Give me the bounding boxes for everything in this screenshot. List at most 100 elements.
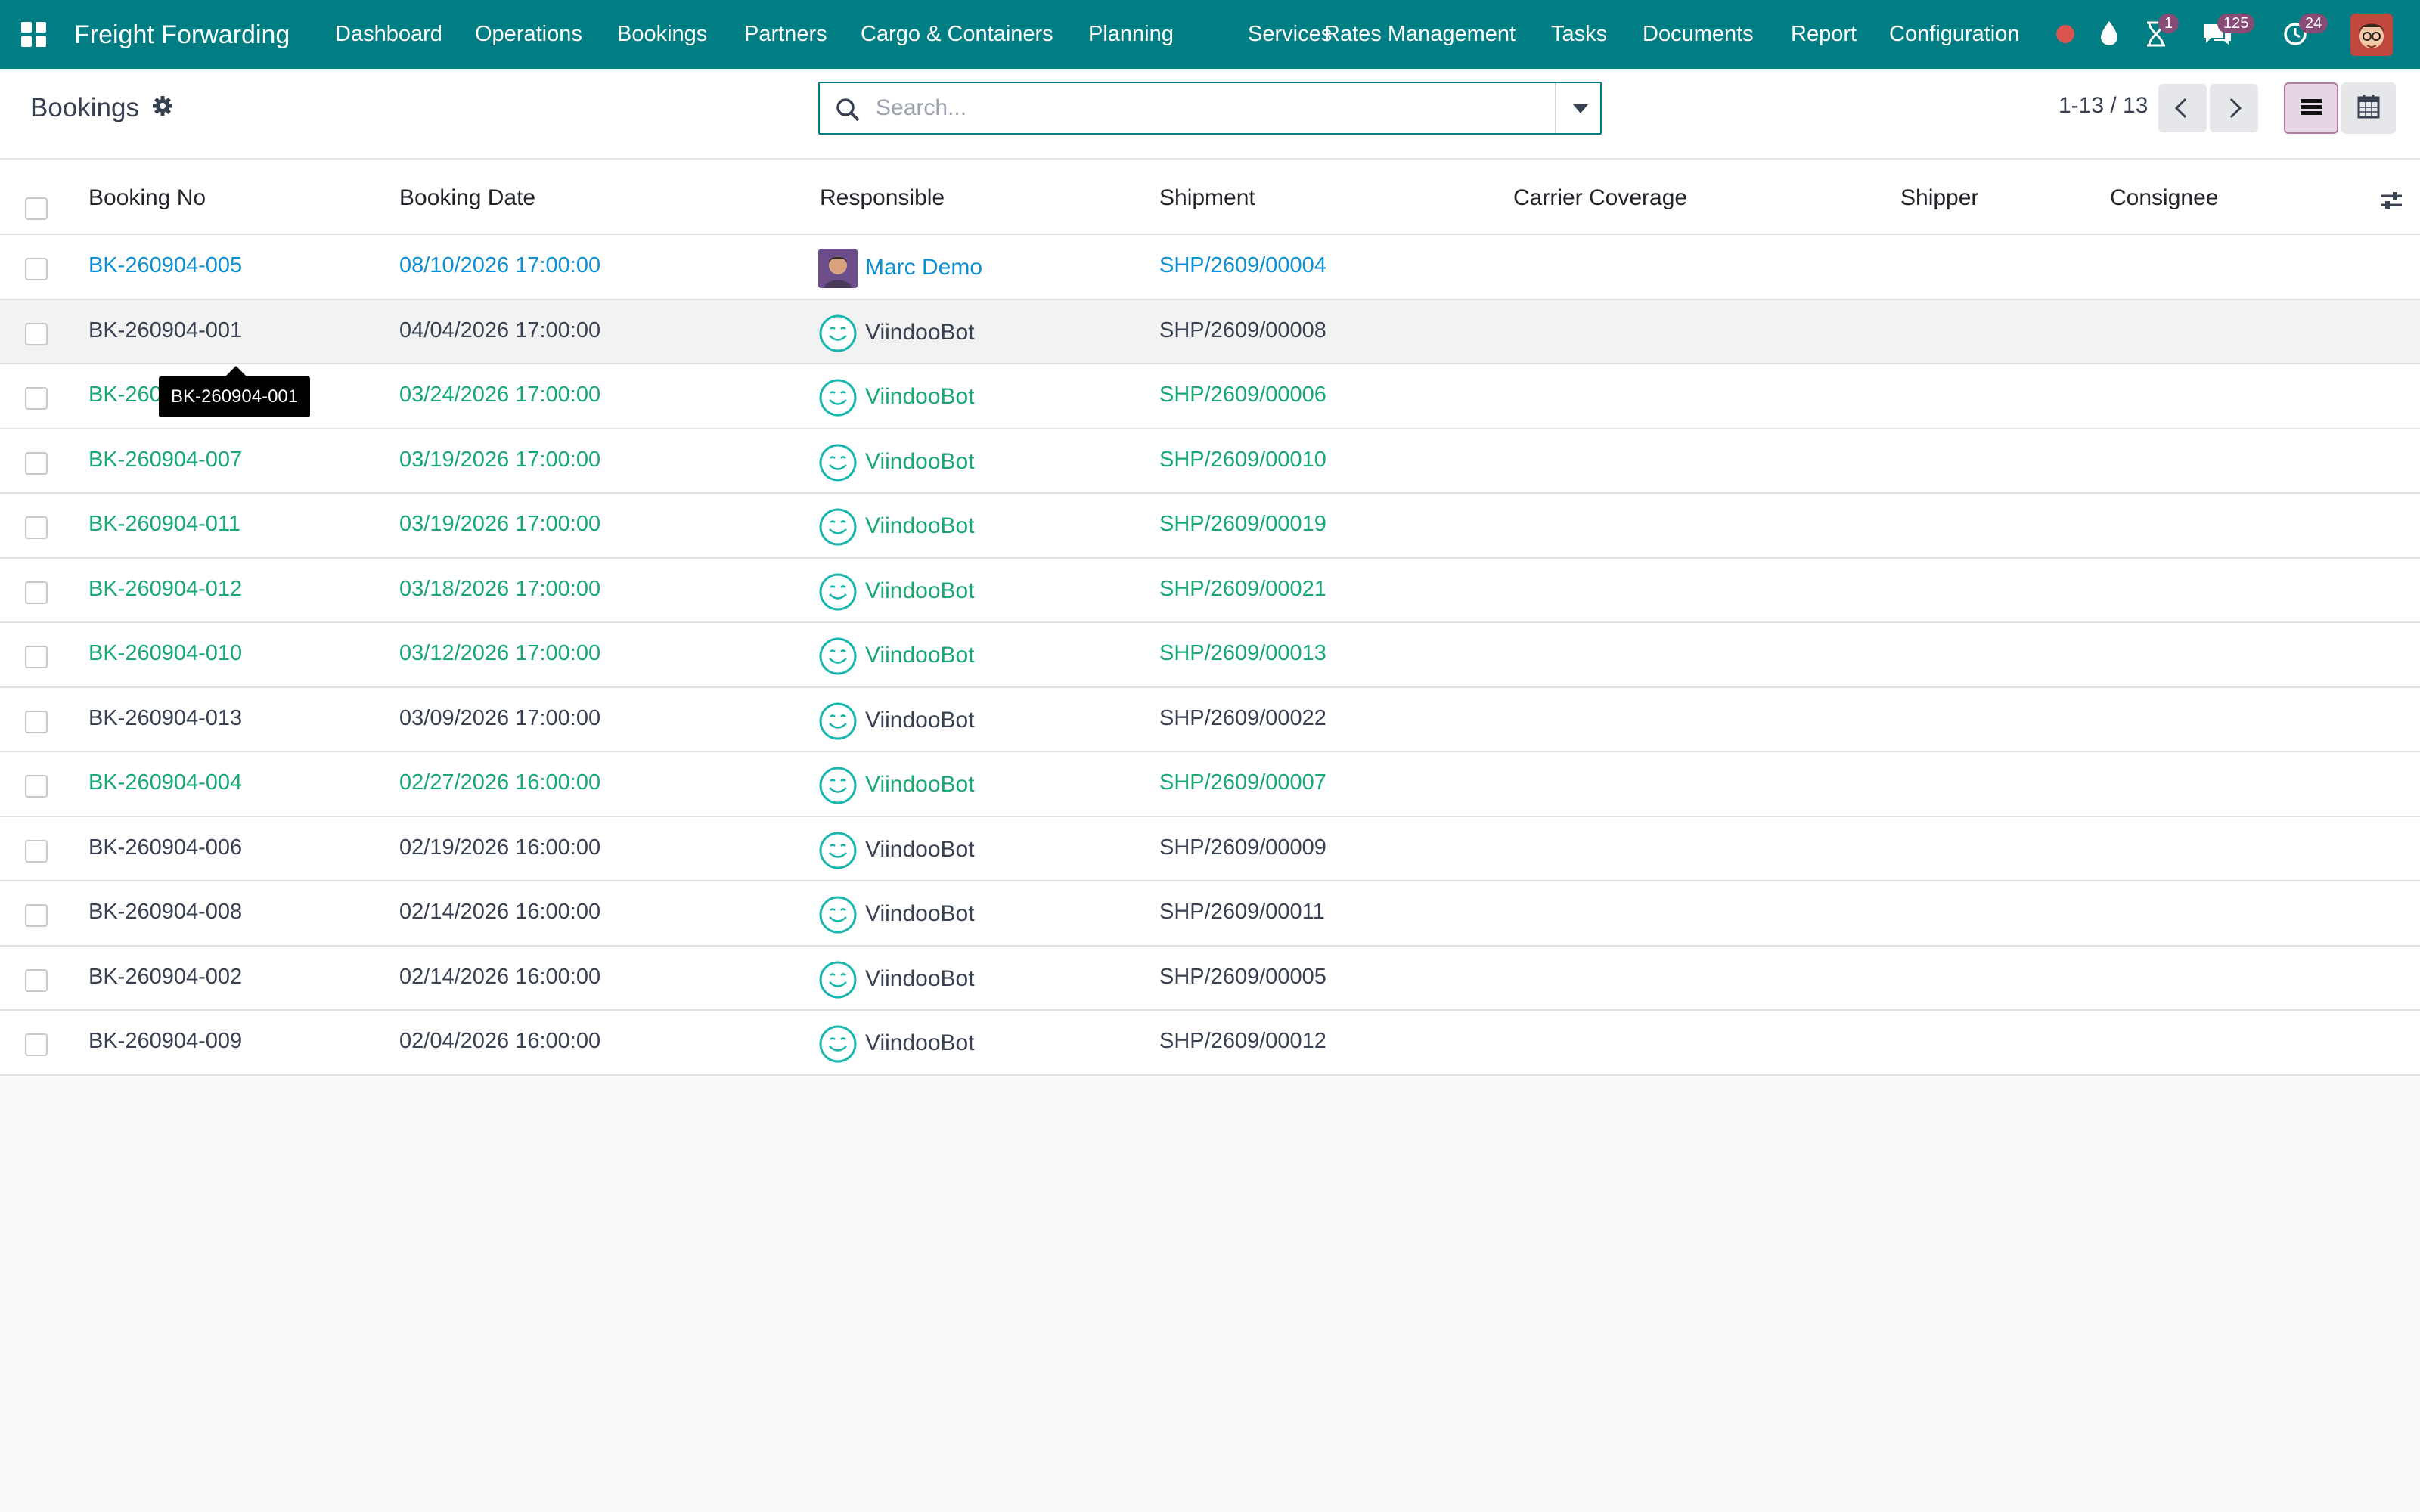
row-checkbox[interactable] bbox=[25, 516, 48, 539]
cell-responsible[interactable]: ViindooBot bbox=[865, 966, 975, 992]
column-header-carrier-coverage[interactable]: Carrier Coverage bbox=[1513, 185, 1687, 211]
cell-responsible[interactable]: ViindooBot bbox=[865, 320, 975, 345]
row-checkbox[interactable] bbox=[25, 646, 48, 668]
column-header-consignee[interactable]: Consignee bbox=[2110, 185, 2218, 211]
cell-responsible[interactable]: ViindooBot bbox=[865, 837, 975, 863]
cell-responsible[interactable]: ViindooBot bbox=[865, 708, 975, 733]
list-view-button[interactable] bbox=[2284, 82, 2338, 134]
row-checkbox[interactable] bbox=[25, 904, 48, 927]
cell-shipment[interactable]: SHP/2609/00007 bbox=[1159, 770, 1326, 795]
cell-shipment[interactable]: SHP/2609/00010 bbox=[1159, 448, 1326, 472]
cell-booking-no[interactable]: BK-260904-001 bbox=[88, 318, 242, 343]
menu-documents[interactable]: Documents bbox=[1643, 20, 1754, 48]
cell-responsible[interactable]: ViindooBot bbox=[865, 384, 975, 410]
table-row[interactable]: BK-260904-008 02/14/2026 16:00:00 ViindooB… bbox=[0, 881, 2420, 947]
table-row[interactable]: BK-260904-005 08/10/2026 17:00:00 Marc Dem… bbox=[0, 235, 2420, 300]
user-avatar[interactable] bbox=[2350, 14, 2393, 56]
cell-shipment[interactable]: SHP/2609/00019 bbox=[1159, 512, 1326, 537]
table-row[interactable]: BK-260904-00303/24/2026 17:00:00ViindooB… bbox=[0, 364, 2420, 429]
pager-previous-button[interactable] bbox=[2158, 84, 2207, 132]
search-options-toggle[interactable] bbox=[1555, 83, 1602, 133]
cell-booking-no[interactable]: BK-260904-010 bbox=[88, 641, 242, 666]
row-checkbox[interactable] bbox=[25, 581, 48, 604]
apps-grid-icon[interactable] bbox=[21, 22, 47, 48]
cell-booking-no[interactable]: BK-260904-007 bbox=[88, 448, 242, 472]
cell-shipment[interactable]: SHP/2609/00004 bbox=[1159, 253, 1326, 278]
cell-responsible[interactable]: ViindooBot bbox=[865, 513, 975, 539]
menu-configuration[interactable]: Configuration bbox=[1889, 20, 2020, 48]
column-header-booking-no[interactable]: Booking No bbox=[88, 185, 206, 211]
cell-shipment[interactable]: SHP/2609/00006 bbox=[1159, 383, 1326, 407]
menu-report[interactable]: Report bbox=[1791, 20, 1857, 48]
calendar-view-button[interactable] bbox=[2341, 82, 2396, 134]
cell-booking-no[interactable]: BK-260904-006 bbox=[88, 835, 242, 860]
table-row[interactable]: BK-260904-010 03/12/2026 17:00:00 ViindooB… bbox=[0, 623, 2420, 688]
menu-dashboard[interactable]: Dashboard bbox=[335, 20, 442, 48]
row-checkbox[interactable] bbox=[25, 322, 48, 345]
pager-next-button[interactable] bbox=[2210, 84, 2258, 132]
pager-value[interactable]: 1-13 / 13 bbox=[2059, 93, 2148, 119]
table-row[interactable]: BK-260904-007 03/19/2026 17:00:00 ViindooB… bbox=[0, 429, 2420, 494]
menu-partners[interactable]: Partners bbox=[744, 20, 827, 48]
cell-shipment[interactable]: SHP/2609/00021 bbox=[1159, 577, 1326, 602]
cell-booking-no[interactable]: BK-260904-009 bbox=[88, 1029, 242, 1054]
cell-booking-no[interactable]: BK-260904-012 bbox=[88, 577, 242, 602]
cell-responsible[interactable]: ViindooBot bbox=[865, 901, 975, 927]
cell-shipment[interactable]: SHP/2609/00009 bbox=[1159, 835, 1326, 860]
cell-booking-date: 03/18/2026 17:00:00 bbox=[399, 576, 601, 601]
table-row[interactable]: BK-260904-013 03/09/2026 17:00:00 ViindooB… bbox=[0, 687, 2420, 752]
menu-rates-management[interactable]: Rates Management bbox=[1324, 20, 1516, 48]
menu-cargo-containers[interactable]: Cargo & Containers bbox=[861, 20, 1053, 48]
menu-bookings[interactable]: Bookings bbox=[617, 20, 707, 48]
drop-icon[interactable] bbox=[2099, 20, 2119, 47]
cell-booking-no[interactable]: BK-260904-002 bbox=[88, 965, 242, 990]
row-checkbox[interactable] bbox=[25, 258, 48, 280]
cell-shipment[interactable]: SHP/2609/00022 bbox=[1159, 706, 1326, 731]
table-row[interactable]: BK-260904-006 02/19/2026 16:00:00 ViindooB… bbox=[0, 816, 2420, 881]
table-row[interactable]: BK-260904-004 02/27/2026 16:00:00 ViindooB… bbox=[0, 752, 2420, 817]
cell-responsible[interactable]: ViindooBot bbox=[865, 578, 975, 604]
cell-shipment[interactable]: SHP/2609/00005 bbox=[1159, 965, 1326, 990]
optional-columns-icon[interactable] bbox=[2379, 188, 2403, 212]
gear-icon[interactable] bbox=[151, 94, 174, 117]
column-header-shipment[interactable]: Shipment bbox=[1159, 185, 1255, 211]
table-row[interactable]: BK-260904-012 03/18/2026 17:00:00 ViindooB… bbox=[0, 558, 2420, 623]
cell-shipment[interactable]: SHP/2609/00013 bbox=[1159, 641, 1326, 666]
column-header-responsible[interactable]: Responsible bbox=[820, 185, 945, 211]
cell-shipment[interactable]: SHP/2609/00011 bbox=[1159, 900, 1325, 925]
table-row[interactable]: BK-260904-002 02/14/2026 16:00:00 ViindooB… bbox=[0, 946, 2420, 1011]
cell-booking-no[interactable]: BK-260904-008 bbox=[88, 900, 242, 925]
column-header-booking-date[interactable]: Booking Date bbox=[399, 185, 535, 211]
cell-booking-no[interactable]: BK-260904-013 bbox=[88, 706, 242, 731]
table-row[interactable]: BK-260904-011 03/19/2026 17:00:00 ViindooB… bbox=[0, 494, 2420, 559]
menu-operations[interactable]: Operations bbox=[475, 20, 582, 48]
row-checkbox[interactable] bbox=[25, 1033, 48, 1056]
row-checkbox[interactable] bbox=[25, 968, 48, 992]
cell-responsible[interactable]: ViindooBot bbox=[865, 643, 975, 668]
cell-responsible[interactable]: ViindooBot bbox=[865, 772, 975, 798]
cell-responsible[interactable]: Marc Demo bbox=[865, 255, 982, 280]
row-checkbox[interactable] bbox=[25, 387, 48, 410]
table-row[interactable]: BK-260904-001 04/04/2026 17:00:00 ViindooB… bbox=[0, 299, 2420, 364]
cell-shipment[interactable]: SHP/2609/00012 bbox=[1159, 1029, 1326, 1054]
column-header-shipper[interactable]: Shipper bbox=[1900, 185, 1978, 211]
row-checkbox[interactable] bbox=[25, 710, 48, 733]
row-checkbox[interactable] bbox=[25, 451, 48, 475]
cell-shipment[interactable]: SHP/2609/00008 bbox=[1159, 318, 1326, 343]
app-name[interactable]: Freight Forwarding bbox=[74, 20, 290, 50]
cell-responsible[interactable]: ViindooBot bbox=[865, 449, 975, 475]
row-checkbox[interactable] bbox=[25, 839, 48, 863]
select-all-checkbox[interactable] bbox=[25, 197, 48, 220]
row-checkbox[interactable] bbox=[25, 775, 48, 798]
cell-booking-no[interactable]: BK-260904-004 bbox=[88, 770, 242, 795]
cell-responsible[interactable]: ViindooBot bbox=[865, 1030, 975, 1056]
menu-services[interactable]: Services bbox=[1248, 20, 1332, 48]
marc-demo-avatar bbox=[818, 249, 858, 288]
table-row[interactable]: BK-260904-009 02/04/2026 16:00:00 ViindooB… bbox=[0, 1011, 2420, 1076]
menu-planning[interactable]: Planning bbox=[1088, 20, 1174, 48]
cell-booking-no[interactable]: BK-260904-011 bbox=[88, 512, 240, 537]
cell-booking-no[interactable]: BK-260904-005 bbox=[88, 253, 242, 278]
recording-dot-icon[interactable] bbox=[2055, 24, 2075, 44]
menu-tasks[interactable]: Tasks bbox=[1551, 20, 1607, 48]
search-input[interactable] bbox=[876, 89, 1556, 127]
